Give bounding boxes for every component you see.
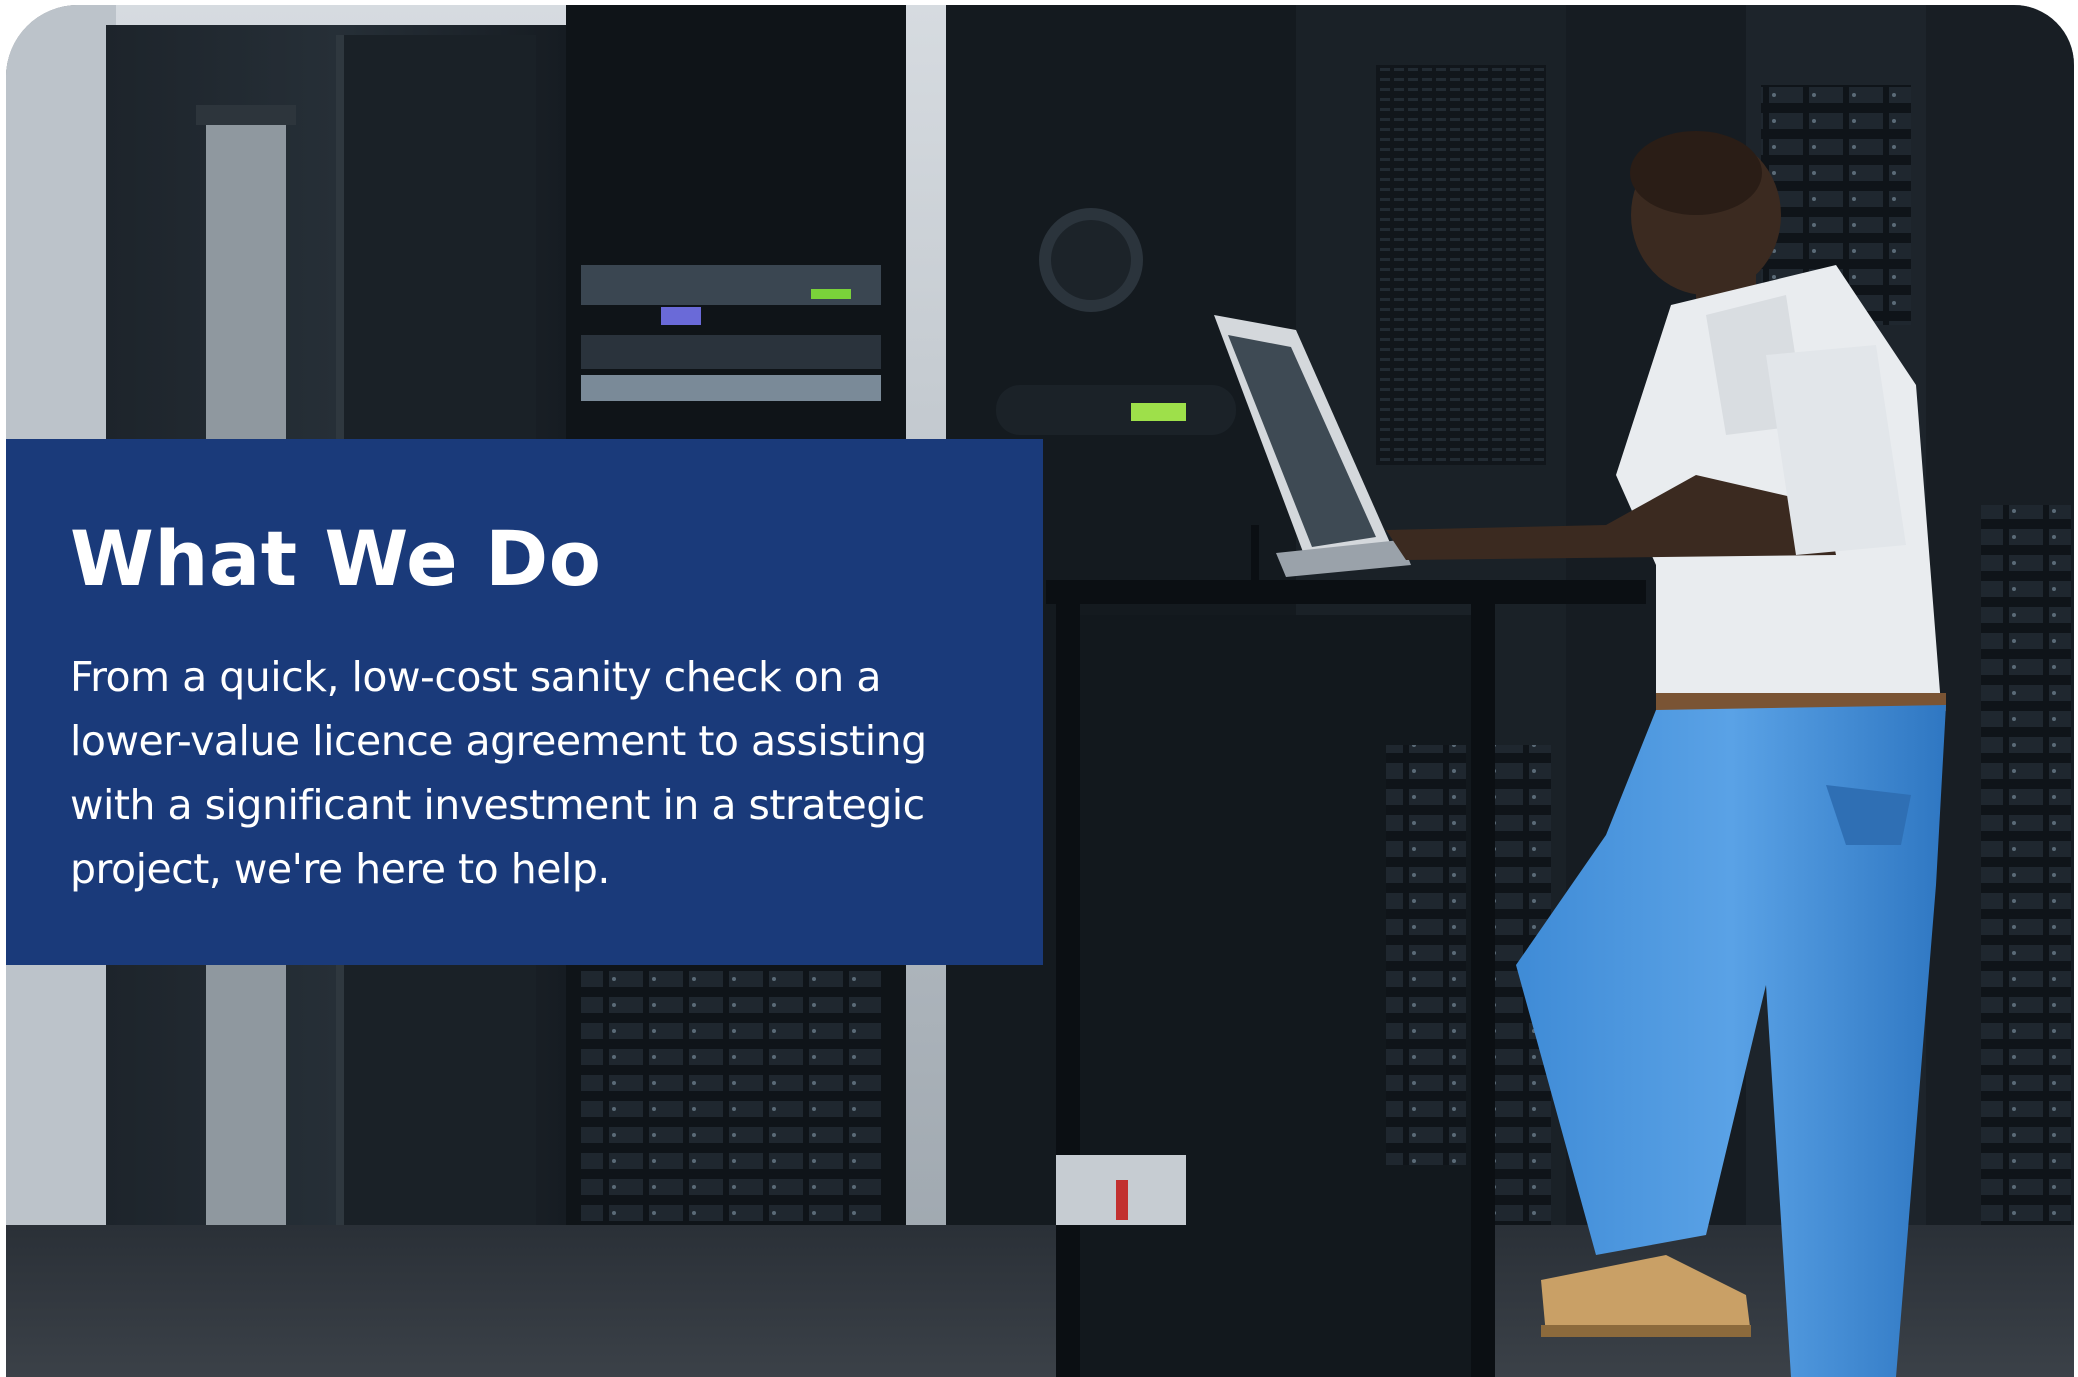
what-we-do-panel: What We Do From a quick, low-cost sanity… <box>6 439 1043 965</box>
hero-section: What We Do From a quick, low-cost sanity… <box>6 5 2074 1377</box>
section-heading: What We Do <box>70 514 602 603</box>
section-description: From a quick, low-cost sanity check on a… <box>70 653 927 893</box>
